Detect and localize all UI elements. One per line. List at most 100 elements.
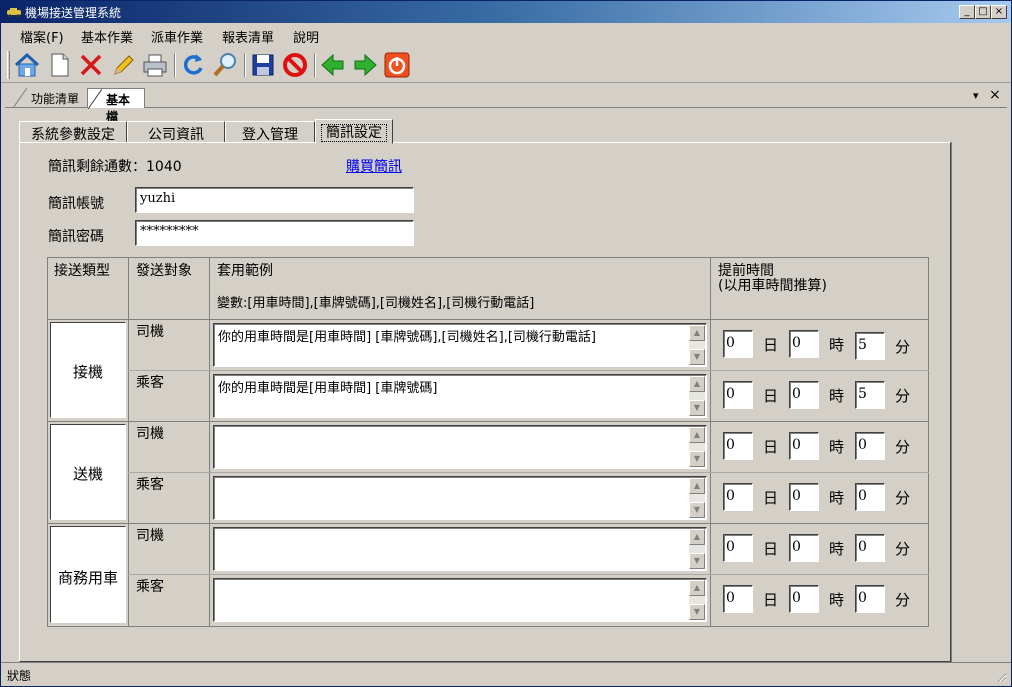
title-bar[interactable]: 機場接送管理系統 _ □ × [1,1,1011,23]
menu-help[interactable]: 說明 [293,27,319,46]
previous-icon[interactable] [319,51,347,79]
unit-minute: 分 [895,540,911,558]
textarea-scrollbar[interactable]: ▲ ▼ [689,427,705,467]
advance-minute-field[interactable]: 0 [855,483,885,511]
advance-day-field[interactable]: 0 [723,534,753,562]
message-template-textarea[interactable]: ▲ ▼ [213,425,707,469]
advance-minute-field[interactable]: 5 [855,381,885,409]
scroll-up-icon[interactable]: ▲ [689,478,705,494]
type-label: 商務用車 [57,569,118,587]
minimize-button[interactable]: _ [959,5,975,19]
toolbar [1,47,1011,83]
unit-day: 日 [763,438,779,456]
sms-password-field[interactable]: ********* [135,220,414,246]
tab-sms-settings[interactable]: 簡訊設定 [315,119,393,144]
tab-system-parameters[interactable]: 系統參數設定 [19,121,127,143]
scroll-down-icon[interactable]: ▼ [689,400,705,416]
close-tab-icon[interactable]: × [989,87,1001,103]
refresh-icon[interactable] [179,51,207,79]
window-title: 機場接送管理系統 [25,6,122,20]
scroll-down-icon[interactable]: ▼ [689,553,705,569]
advance-day-field[interactable]: 0 [723,330,753,358]
scroll-down-icon[interactable]: ▼ [689,604,705,620]
advance-minute-field[interactable]: 0 [855,534,885,562]
right-gutter [951,142,1009,662]
message-template-textarea[interactable]: 你的用車時間是[用車時間] [車牌號碼] ▲ ▼ [213,374,707,418]
scroll-up-icon[interactable]: ▲ [689,427,705,443]
message-template-textarea[interactable]: 你的用車時間是[用車時間] [車牌號碼],[司機姓名],[司機行動電話] ▲ ▼ [213,323,707,367]
unit-minute: 分 [895,489,911,507]
advance-minute-field[interactable]: 0 [855,585,885,613]
advance-minute-field[interactable]: 5 [855,332,885,360]
delete-icon[interactable] [77,51,105,79]
tab-label: 系統參數設定 [31,127,115,143]
sms-account-field[interactable]: yuzhi [135,187,414,213]
unit-day: 日 [763,591,779,609]
maximize-button[interactable]: □ [975,5,991,19]
message-template-textarea[interactable]: ▲ ▼ [213,527,707,571]
toolbar-separator [174,53,176,77]
scroll-up-icon[interactable]: ▲ [689,325,705,341]
tab-login-management[interactable]: 登入管理 [225,121,315,143]
grid-divider [47,523,929,524]
grid-divider [128,257,129,627]
advance-minute-field[interactable]: 0 [855,432,885,460]
edit-icon[interactable] [109,51,137,79]
type-cell-dropoff: 送機 [50,424,126,520]
advance-hour-field[interactable]: 0 [789,330,819,358]
buy-sms-link[interactable]: 購買簡訊 [346,156,402,176]
menu-file[interactable]: 檔案(F) [20,27,64,46]
close-window-button[interactable]: × [991,5,1007,19]
scroll-down-icon[interactable]: ▼ [689,502,705,518]
type-cell-pickup: 接機 [50,322,126,418]
toolbar-grip[interactable] [7,51,10,79]
scroll-down-icon[interactable]: ▼ [689,451,705,467]
tab-strip-line [5,107,1007,108]
tab-dropdown-icon[interactable]: ▾ [973,89,979,102]
advance-hour-field[interactable]: 0 [789,381,819,409]
menu-basic-operations[interactable]: 基本作業 [81,27,133,46]
textarea-scrollbar[interactable]: ▲ ▼ [689,376,705,416]
scroll-down-icon[interactable]: ▼ [689,349,705,365]
advance-day-field[interactable]: 0 [723,585,753,613]
header-advance-note: (以用車時間推算) [718,278,827,294]
unit-minute: 分 [895,387,911,405]
advance-day-field[interactable]: 0 [723,381,753,409]
textarea-scrollbar[interactable]: ▲ ▼ [689,529,705,569]
menu-dispatch[interactable]: 派車作業 [151,27,203,46]
advance-hour-field[interactable]: 0 [789,432,819,460]
print-icon[interactable] [141,51,169,79]
scroll-up-icon[interactable]: ▲ [689,580,705,596]
new-document-icon[interactable] [45,51,73,79]
home-icon[interactable] [13,51,41,79]
next-icon[interactable] [351,51,379,79]
textarea-scrollbar[interactable]: ▲ ▼ [689,478,705,518]
textarea-scrollbar[interactable]: ▲ ▼ [689,580,705,620]
scroll-up-icon[interactable]: ▲ [689,376,705,392]
toolbar-separator [314,53,316,77]
advance-hour-field[interactable]: 0 [789,483,819,511]
type-label: 送機 [72,465,103,483]
message-template-textarea[interactable]: ▲ ▼ [213,476,707,520]
unit-minute: 分 [895,438,911,456]
resize-grip-icon[interactable] [995,671,1007,683]
advance-hour-field[interactable]: 0 [789,585,819,613]
doc-tab-function-list[interactable]: 功能清單 [13,88,87,108]
power-icon[interactable] [383,51,411,79]
advance-day-field[interactable]: 0 [723,432,753,460]
sms-password-label: 簡訊密碼 [48,229,104,245]
search-icon[interactable] [211,51,239,79]
tab-company-info[interactable]: 公司資訊 [127,121,225,143]
save-icon[interactable] [249,51,277,79]
type-label: 接機 [72,363,103,381]
message-template-textarea[interactable]: ▲ ▼ [213,578,707,622]
advance-hour-field[interactable]: 0 [789,534,819,562]
grid-divider [128,472,929,473]
advance-day-field[interactable]: 0 [723,483,753,511]
menu-reports[interactable]: 報表清單 [222,27,274,46]
doc-tab-basic-file[interactable]: 基本檔 [87,88,145,124]
scroll-up-icon[interactable]: ▲ [689,529,705,545]
grid-divider [128,574,929,575]
textarea-scrollbar[interactable]: ▲ ▼ [689,325,705,365]
cancel-icon[interactable] [281,51,309,79]
